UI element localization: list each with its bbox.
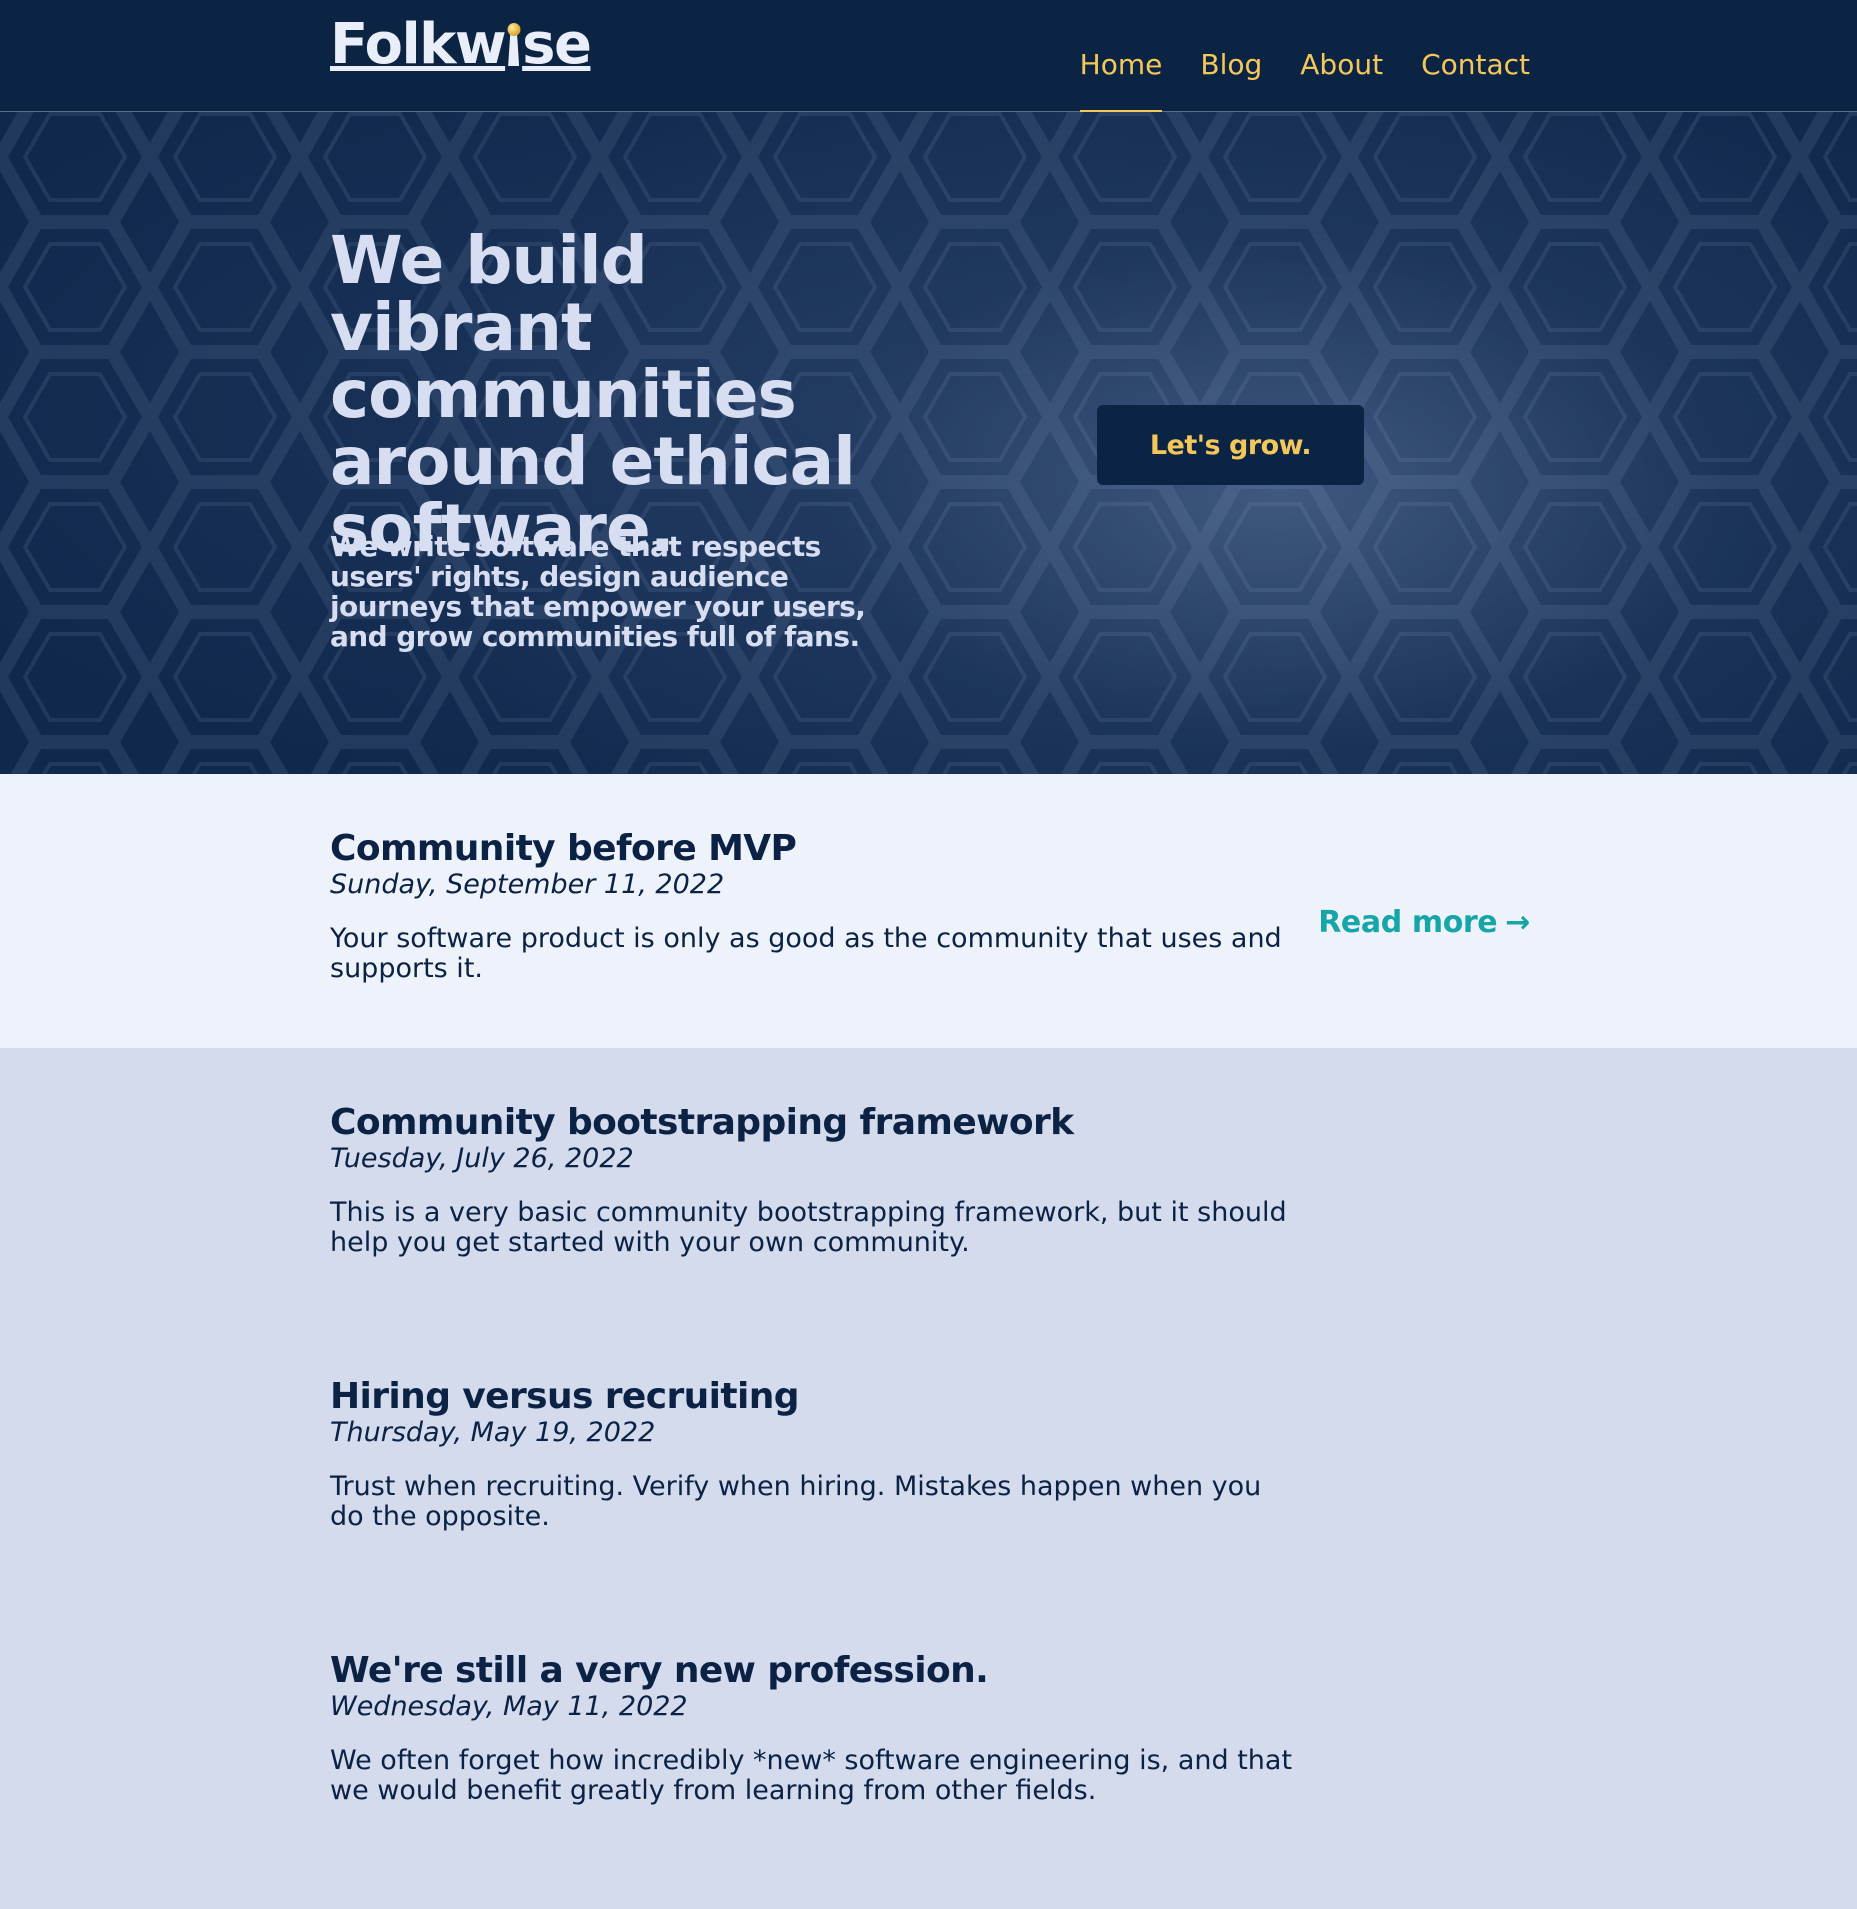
- nav-contact-link[interactable]: Contact: [1421, 0, 1530, 112]
- hero-subtitle: We write software that respects users' r…: [330, 530, 866, 653]
- header-container: Folkw se Home Blog About Contact: [330, 0, 1530, 113]
- list-item: Hiring versus recruiting Thursday, May 1…: [0, 1322, 1857, 1596]
- post-date: Wednesday, May 11, 2022: [330, 1691, 688, 1722]
- post-container: Community bootstrapping framework Tuesda…: [330, 1048, 1530, 1322]
- featured-post: Community before MVP Sunday, September 1…: [0, 774, 1857, 1048]
- read-more-link[interactable]: Read more →: [1318, 905, 1530, 940]
- post-title: Community bootstrapping framework: [330, 1102, 1074, 1143]
- post-container: Community before MVP Sunday, September 1…: [330, 774, 1530, 1048]
- list-item: Community bootstrapping framework Tuesda…: [0, 1048, 1857, 1322]
- post-excerpt: Trust when recruiting. Verify when hirin…: [330, 1471, 1262, 1532]
- post-excerpt: Your software product is only as good as…: [330, 923, 1282, 984]
- post-title-link[interactable]: We're still a very new profession.: [330, 1650, 989, 1691]
- blog-post-list: Community before MVP Sunday, September 1…: [0, 774, 1857, 1870]
- hero-section: We build vibrant communities around ethi…: [0, 112, 1857, 774]
- post-excerpt: We often forget how incredibly *new* sof…: [330, 1745, 1293, 1806]
- post-date: Sunday, September 11, 2022: [330, 869, 725, 900]
- nav-home-link[interactable]: Home: [1079, 0, 1162, 113]
- post-container: We're still a very new profession. Wedne…: [330, 1596, 1530, 1870]
- post-title: We're still a very new profession.: [330, 1650, 989, 1691]
- hero-title: We build vibrant communities around ethi…: [330, 222, 856, 567]
- list-item: We're still a very new profession. Wedne…: [0, 1596, 1857, 1870]
- post-container: Hiring versus recruiting Thursday, May 1…: [330, 1322, 1530, 1596]
- post-title-link[interactable]: Community bootstrapping framework: [330, 1102, 1074, 1143]
- post-date: Thursday, May 19, 2022: [330, 1417, 656, 1448]
- folkwise-logo[interactable]: Folkw se: [330, 17, 592, 73]
- post-title: Hiring versus recruiting: [330, 1376, 800, 1417]
- post-title-link[interactable]: Community before MVP: [330, 828, 797, 869]
- main-nav: Home Blog About Contact: [1042, 0, 1530, 113]
- site-header: Folkw se Home Blog About Contact: [0, 0, 1857, 113]
- post-title-link[interactable]: Hiring versus recruiting: [330, 1376, 800, 1417]
- nav-blog-link[interactable]: Blog: [1200, 0, 1262, 112]
- arrow-right-icon: →: [1505, 905, 1530, 940]
- nav-about-link[interactable]: About: [1300, 0, 1383, 112]
- logo-i-glyph: [505, 17, 522, 73]
- lets-grow-button[interactable]: Let's grow.: [1097, 405, 1364, 485]
- logo-text-prefix: Folkw: [330, 12, 507, 77]
- post-title: Community before MVP: [330, 828, 797, 869]
- hero-container: We build vibrant communities around ethi…: [330, 112, 1530, 774]
- logo-text-suffix: se: [522, 12, 592, 77]
- post-excerpt: This is a very basic community bootstrap…: [330, 1197, 1287, 1258]
- read-more-label: Read more: [1318, 905, 1498, 940]
- post-date: Tuesday, July 26, 2022: [330, 1143, 634, 1174]
